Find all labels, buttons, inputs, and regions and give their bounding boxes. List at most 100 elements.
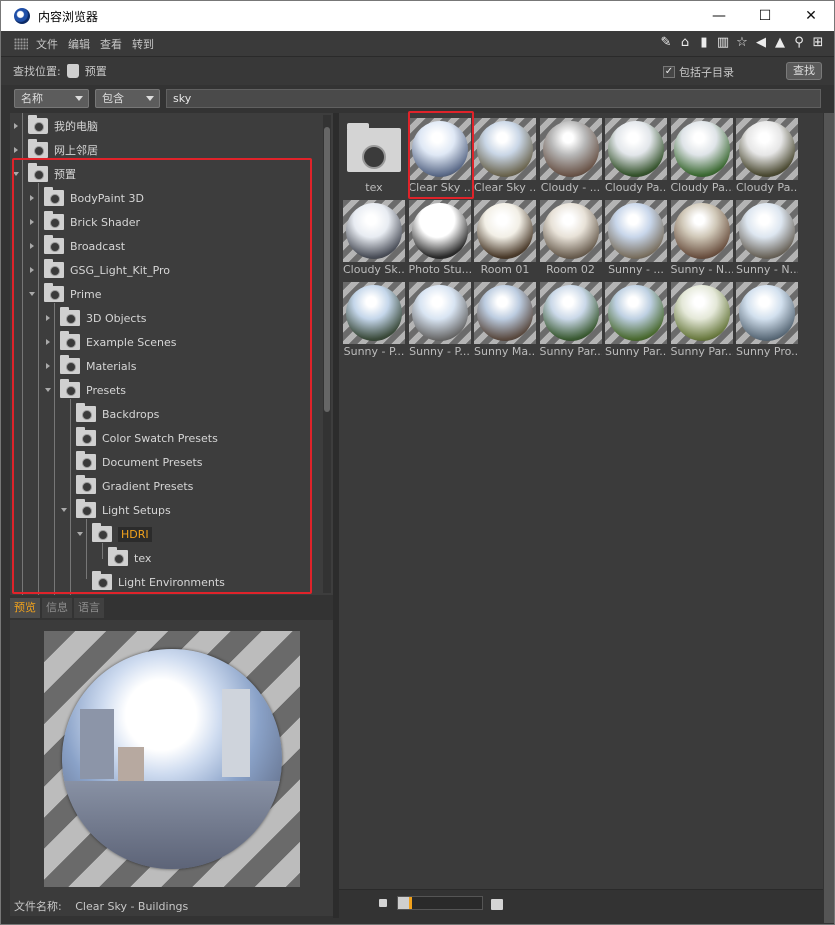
chevron-right-icon[interactable] — [14, 123, 18, 129]
thumbnail-label: Sunny - ... — [608, 263, 664, 276]
slider-knob[interactable] — [398, 897, 412, 909]
field-select[interactable]: 名称 — [14, 89, 89, 108]
tree-item[interactable]: 我的电脑 — [14, 115, 98, 137]
include-subdirs-checkbox[interactable]: ✓ 包括子目录 — [663, 64, 734, 80]
thumbnail-image — [670, 200, 733, 262]
thumbnail-image — [474, 282, 536, 344]
content-browser-window: 内容浏览器 — ☐ ✕ 文件 编辑 查看 转到 ✎ ⌂ ▮ ▥ ☆ ◀ ▲ ⚲ … — [0, 0, 835, 925]
book-icon[interactable]: ▥ — [715, 35, 731, 51]
hdri-thumbnail[interactable]: Sunny - P... — [343, 282, 405, 360]
thumbnail-image — [539, 118, 602, 180]
hdri-sphere-icon — [477, 203, 533, 259]
menu-file[interactable]: 文件 — [36, 36, 58, 52]
hdri-thumbnail[interactable]: Sunny Par... — [605, 282, 667, 360]
thumbnail-label: Sunny Par... — [539, 345, 602, 358]
thumbnail-image — [408, 282, 471, 344]
tree-scrollbar[interactable] — [323, 115, 331, 593]
thumbnail-label: Sunny Par... — [605, 345, 667, 358]
tab-preview[interactable]: 预览 — [10, 598, 40, 618]
menu-view[interactable]: 查看 — [100, 36, 122, 52]
thumbnail-image — [605, 200, 667, 262]
thumbnail-image — [408, 200, 471, 262]
network-icon — [28, 139, 48, 158]
hdri-thumbnail[interactable]: Room 02 — [539, 200, 602, 278]
up-icon[interactable]: ▲ — [772, 35, 788, 51]
hdri-thumbnail[interactable]: Photo Stu... — [408, 200, 471, 278]
thumbnail-label: Sunny - N... — [670, 263, 733, 276]
hdri-thumbnail[interactable]: Clear Sky ... — [474, 118, 536, 196]
hdri-sphere-icon — [673, 285, 730, 341]
folder-thumbnail[interactable]: tex — [343, 118, 405, 196]
edit-icon[interactable]: ✎ — [658, 35, 674, 51]
thumbnail-image — [539, 200, 602, 262]
close-button[interactable]: ✕ — [788, 1, 834, 31]
home-icon[interactable]: ⌂ — [677, 35, 693, 51]
back-icon[interactable]: ◀ — [753, 35, 769, 51]
hdri-thumbnail[interactable]: Room 01 — [474, 200, 536, 278]
thumbnail-image — [605, 118, 667, 180]
search-input[interactable]: sky — [166, 89, 821, 108]
tree-scroll-thumb[interactable] — [324, 127, 330, 412]
thumbnail-image — [736, 118, 798, 180]
thumbnail-size-slider[interactable] — [397, 896, 483, 910]
thumbnail-image — [736, 200, 798, 262]
mode-select-value: 包含 — [102, 92, 124, 105]
checkmark-icon[interactable]: ✓ — [663, 66, 675, 78]
hdri-thumbnail[interactable]: Cloudy Pa... — [605, 118, 667, 196]
location-value[interactable]: 预置 — [85, 63, 107, 79]
zoom-bar — [339, 889, 823, 918]
thumbnail-image — [605, 282, 667, 344]
tab-info[interactable]: 信息 — [42, 598, 72, 618]
thumbnail-label: Cloudy Pa... — [736, 181, 798, 194]
hdri-thumbnail[interactable]: Sunny - N... — [736, 200, 798, 278]
hdri-sphere-icon — [411, 285, 468, 341]
thumbnail-label: Cloudy Pa... — [670, 181, 733, 194]
asset-grid: tex Clear Sky ... Clear Sky ... Cloudy - ..… — [339, 113, 823, 889]
hdri-sphere-icon — [673, 121, 730, 177]
thumbnail-label: Room 02 — [546, 263, 595, 276]
grip-handle-icon[interactable] — [14, 37, 28, 50]
include-subdirs-label: 包括子目录 — [679, 66, 734, 79]
thumbnail-image — [343, 282, 405, 344]
hdri-sphere-icon — [739, 121, 795, 177]
maximize-button[interactable]: ☐ — [742, 1, 788, 31]
filter-row: 名称 包含 sky — [1, 85, 834, 113]
hdri-sphere-icon — [346, 203, 402, 259]
hdri-thumbnail[interactable]: Cloudy Pa... — [736, 118, 798, 196]
hdri-thumbnail[interactable]: Cloudy Pa... — [670, 118, 733, 196]
mode-select[interactable]: 包含 — [95, 89, 160, 108]
star-icon[interactable]: ☆ — [734, 35, 750, 51]
location-label: 查找位置: — [13, 65, 61, 78]
hdri-thumbnail[interactable]: Sunny - N... — [670, 200, 733, 278]
hdri-thumbnail[interactable]: Sunny Ma... — [474, 282, 536, 360]
hdri-thumbnail[interactable]: Sunny Par... — [539, 282, 602, 360]
hdri-thumbnail[interactable]: Sunny - P... — [408, 282, 471, 360]
info-tabs: 预览 信息 语言 — [10, 598, 104, 620]
thumbnail-label: tex — [365, 181, 383, 194]
menu-goto[interactable]: 转到 — [132, 36, 154, 52]
hdri-sphere-icon — [346, 285, 402, 341]
tab-language[interactable]: 语言 — [74, 598, 104, 618]
chevron-right-icon[interactable] — [14, 147, 18, 153]
search-icon[interactable]: ⚲ — [791, 35, 807, 51]
menu-edit[interactable]: 编辑 — [68, 36, 90, 52]
bottle-icon[interactable]: ▮ — [696, 35, 712, 51]
hdri-thumbnail[interactable]: Sunny Par... — [670, 282, 733, 360]
large-thumb-icon[interactable] — [491, 899, 503, 910]
small-thumb-icon[interactable] — [379, 899, 387, 907]
hdri-sphere-icon — [542, 285, 599, 341]
hdri-thumbnail[interactable]: Sunny Pro... — [736, 282, 798, 360]
hdri-thumbnail[interactable]: Sunny - ... — [605, 200, 667, 278]
hdri-thumbnail[interactable]: Cloudy - ... — [539, 118, 602, 196]
thumbnail-label: Sunny Pro... — [736, 345, 798, 358]
hdri-thumbnail[interactable]: Cloudy Sk... — [343, 200, 405, 278]
minimize-button[interactable]: — — [696, 1, 742, 31]
hdri-sphere-icon — [608, 203, 664, 259]
hdri-sphere-icon — [739, 203, 795, 259]
plus-icon[interactable]: ⊞ — [810, 35, 826, 51]
thumbnail-label: Sunny - N... — [736, 263, 798, 276]
find-button[interactable]: 查找 — [786, 62, 822, 80]
thumbnail-label: Cloudy Pa... — [605, 181, 667, 194]
thumbnail-image — [736, 282, 798, 344]
search-location-row: 查找位置: 预置 ✓ 包括子目录 查找 — [1, 57, 834, 85]
